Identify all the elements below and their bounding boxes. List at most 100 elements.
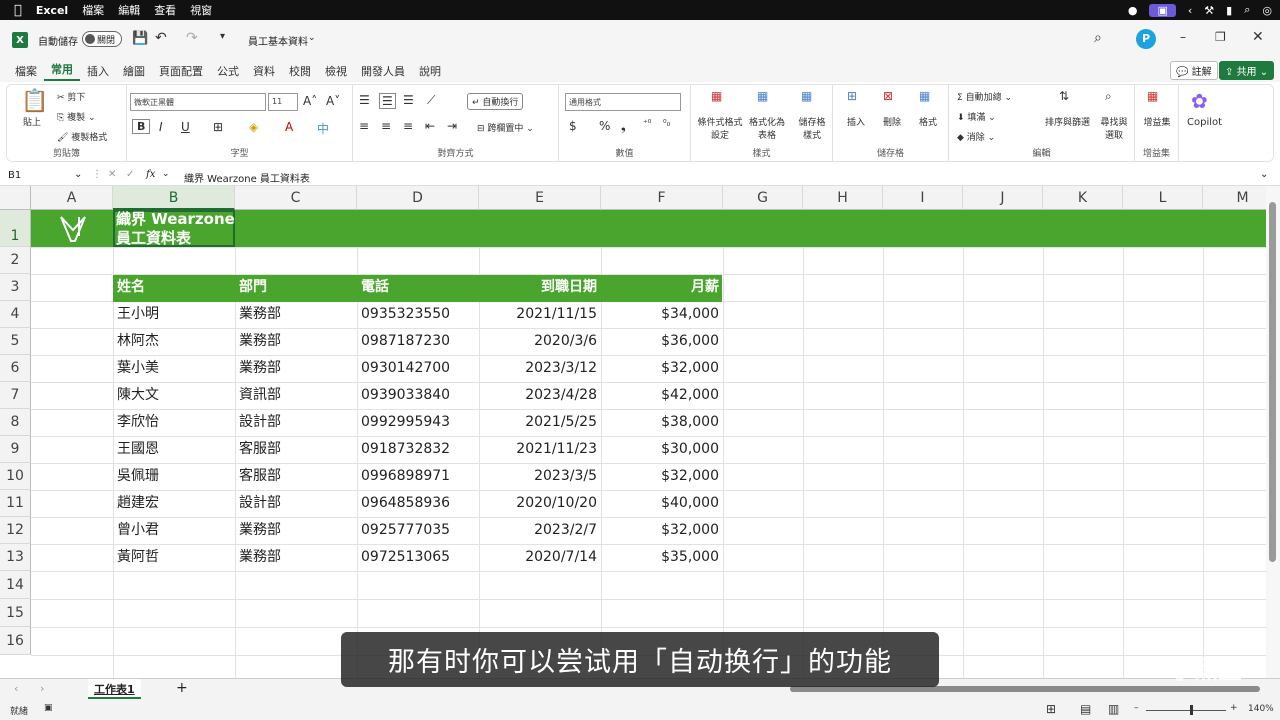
table-cell[interactable]: 客服部 [235,463,357,490]
expand-formula-icon[interactable]: ⌄ [1260,169,1268,180]
font-color-icon[interactable]: A [285,120,293,134]
table-cell[interactable]: 0930142700 [357,355,479,382]
cell-styles-icon[interactable]: ▦ [801,89,812,103]
zoom-in-icon[interactable]: + [1230,703,1238,713]
table-cell[interactable]: 業務部 [235,328,357,355]
next-sheet-icon[interactable]: › [40,682,44,695]
row-header-14[interactable]: 14 [0,571,31,599]
row-header-11[interactable]: 11 [0,490,31,517]
row-header-13[interactable]: 13 [0,544,31,571]
table-cell[interactable]: 0992995943 [357,409,479,436]
document-title[interactable]: 員工基本資料 [248,33,308,48]
sort-filter-icon[interactable]: ⇅ [1059,89,1069,103]
column-header-j[interactable]: J [963,186,1043,210]
format-cells-button[interactable]: 格式 [919,115,937,128]
tab-data[interactable]: 資料 [246,63,282,79]
scroll-thumb[interactable] [1269,202,1276,562]
row-header-16[interactable]: 16 [0,627,31,655]
table-cell[interactable]: $42,000 [601,382,723,409]
orientation-icon[interactable]: ⟋ [427,93,435,108]
table-cell[interactable]: 吳佩珊 [113,463,235,490]
name-box[interactable]: B1 [8,170,21,181]
table-cell[interactable]: 林阿杰 [113,328,235,355]
table-cell[interactable]: 0925777035 [357,517,479,544]
table-cell[interactable]: 業務部 [235,517,357,544]
cancel-icon[interactable]: ✕ [108,169,116,180]
page-layout-icon[interactable]: ▤ [1080,702,1091,716]
apple-icon[interactable]:  [14,3,22,18]
table-cell[interactable]: 2023/4/28 [479,382,601,409]
increase-font-icon[interactable]: A˄ [303,94,317,108]
zoom-slider-thumb[interactable] [1190,705,1193,715]
column-header-k[interactable]: K [1043,186,1123,210]
table-cell[interactable]: 業務部 [235,355,357,382]
comma-icon[interactable]: ❟ [621,119,626,134]
format-table-icon[interactable]: ▦ [757,89,768,103]
percent-icon[interactable]: % [599,119,610,133]
tab-help[interactable]: 說明 [412,63,448,79]
row-header-6[interactable]: 6 [0,355,31,382]
row-header-2[interactable]: 2 [0,247,31,274]
conditional-format-button[interactable]: 條件式格式設定 [695,115,745,141]
table-cell[interactable]: $32,000 [601,463,723,490]
paste-button[interactable]: 貼上 [23,115,41,128]
redo-icon[interactable]: ↷ [186,30,198,46]
table-cell[interactable]: 設計部 [235,409,357,436]
screen-icon[interactable]: ▣ [1149,3,1176,17]
table-header-cell[interactable]: 月薪 [601,274,723,301]
table-cell[interactable]: $38,000 [601,409,723,436]
copy-button[interactable]: ⎘ 複製 ⌄ [57,110,95,123]
wrap-text-button[interactable]: ↵ 自動換行 [467,93,524,110]
italic-button[interactable]: I [159,120,163,134]
increase-indent-icon[interactable]: ⇥ [447,119,457,133]
tools-icon[interactable]: ⚒ [1204,4,1214,17]
table-cell[interactable]: $35,000 [601,544,723,571]
table-cell[interactable]: $34,000 [601,301,723,328]
autosum-button[interactable]: Σ 自動加總 ⌄ [957,90,1012,103]
back-icon[interactable]: ‹ [1188,4,1192,17]
column-header-f[interactable]: F [601,186,723,210]
insert-cells-button[interactable]: 插入 [847,115,865,128]
row-header-8[interactable]: 8 [0,409,31,436]
function-dropdown-icon[interactable]: ⌄ [162,169,170,179]
table-header-cell[interactable]: 姓名 [113,274,235,301]
column-header-e[interactable]: E [479,186,601,210]
column-header-a[interactable]: A [31,186,113,210]
table-cell[interactable]: 0996898971 [357,463,479,490]
tab-insert[interactable]: 插入 [80,63,116,79]
table-cell[interactable]: $30,000 [601,436,723,463]
tab-file[interactable]: 檔案 [8,63,44,79]
page-break-icon[interactable]: ▥ [1108,702,1119,716]
save-icon[interactable]: 💾 [132,31,148,46]
find-select-button[interactable]: 尋找與選取 [1099,115,1129,141]
table-cell[interactable]: $32,000 [601,517,723,544]
table-cell[interactable]: 2021/11/15 [479,301,601,328]
table-cell[interactable]: $32,000 [601,355,723,382]
column-header-h[interactable]: H [803,186,883,210]
row-header-15[interactable]: 15 [0,599,31,627]
tab-review[interactable]: 校閱 [282,63,318,79]
enter-icon[interactable]: ✓ [126,169,134,180]
align-middle-icon[interactable]: ☰ [379,93,396,109]
border-icon[interactable]: ⊞ [213,120,223,134]
share-button[interactable]: ⇪ 共用 ⌄ [1219,61,1275,80]
column-header-c[interactable]: C [235,186,357,210]
formula-input[interactable]: 織界 Wearzone 員工資料表 [184,170,310,185]
table-cell[interactable]: 2020/10/20 [479,490,601,517]
table-cell[interactable]: 2023/2/7 [479,517,601,544]
table-cell[interactable]: 業務部 [235,301,357,328]
restore-icon[interactable]: ❐ [1215,30,1226,44]
table-cell[interactable]: 2021/11/23 [479,436,601,463]
currency-icon[interactable]: $ [569,119,577,133]
search-icon[interactable]: ⌕ [1094,30,1102,46]
record-icon[interactable]: ● [1128,4,1138,17]
tab-home[interactable]: 常用 [44,61,80,81]
table-cell[interactable]: 0935323550 [357,301,479,328]
table-cell[interactable]: $36,000 [601,328,723,355]
table-cell[interactable]: 2021/5/25 [479,409,601,436]
cut-button[interactable]: ✂ 剪下 [57,90,85,103]
clear-button[interactable]: ◆ 消除 ⌄ [957,130,995,143]
table-cell[interactable]: 李欣怡 [113,409,235,436]
align-bottom-icon[interactable]: ☰ [403,93,414,107]
account-avatar[interactable]: P [1136,29,1156,49]
